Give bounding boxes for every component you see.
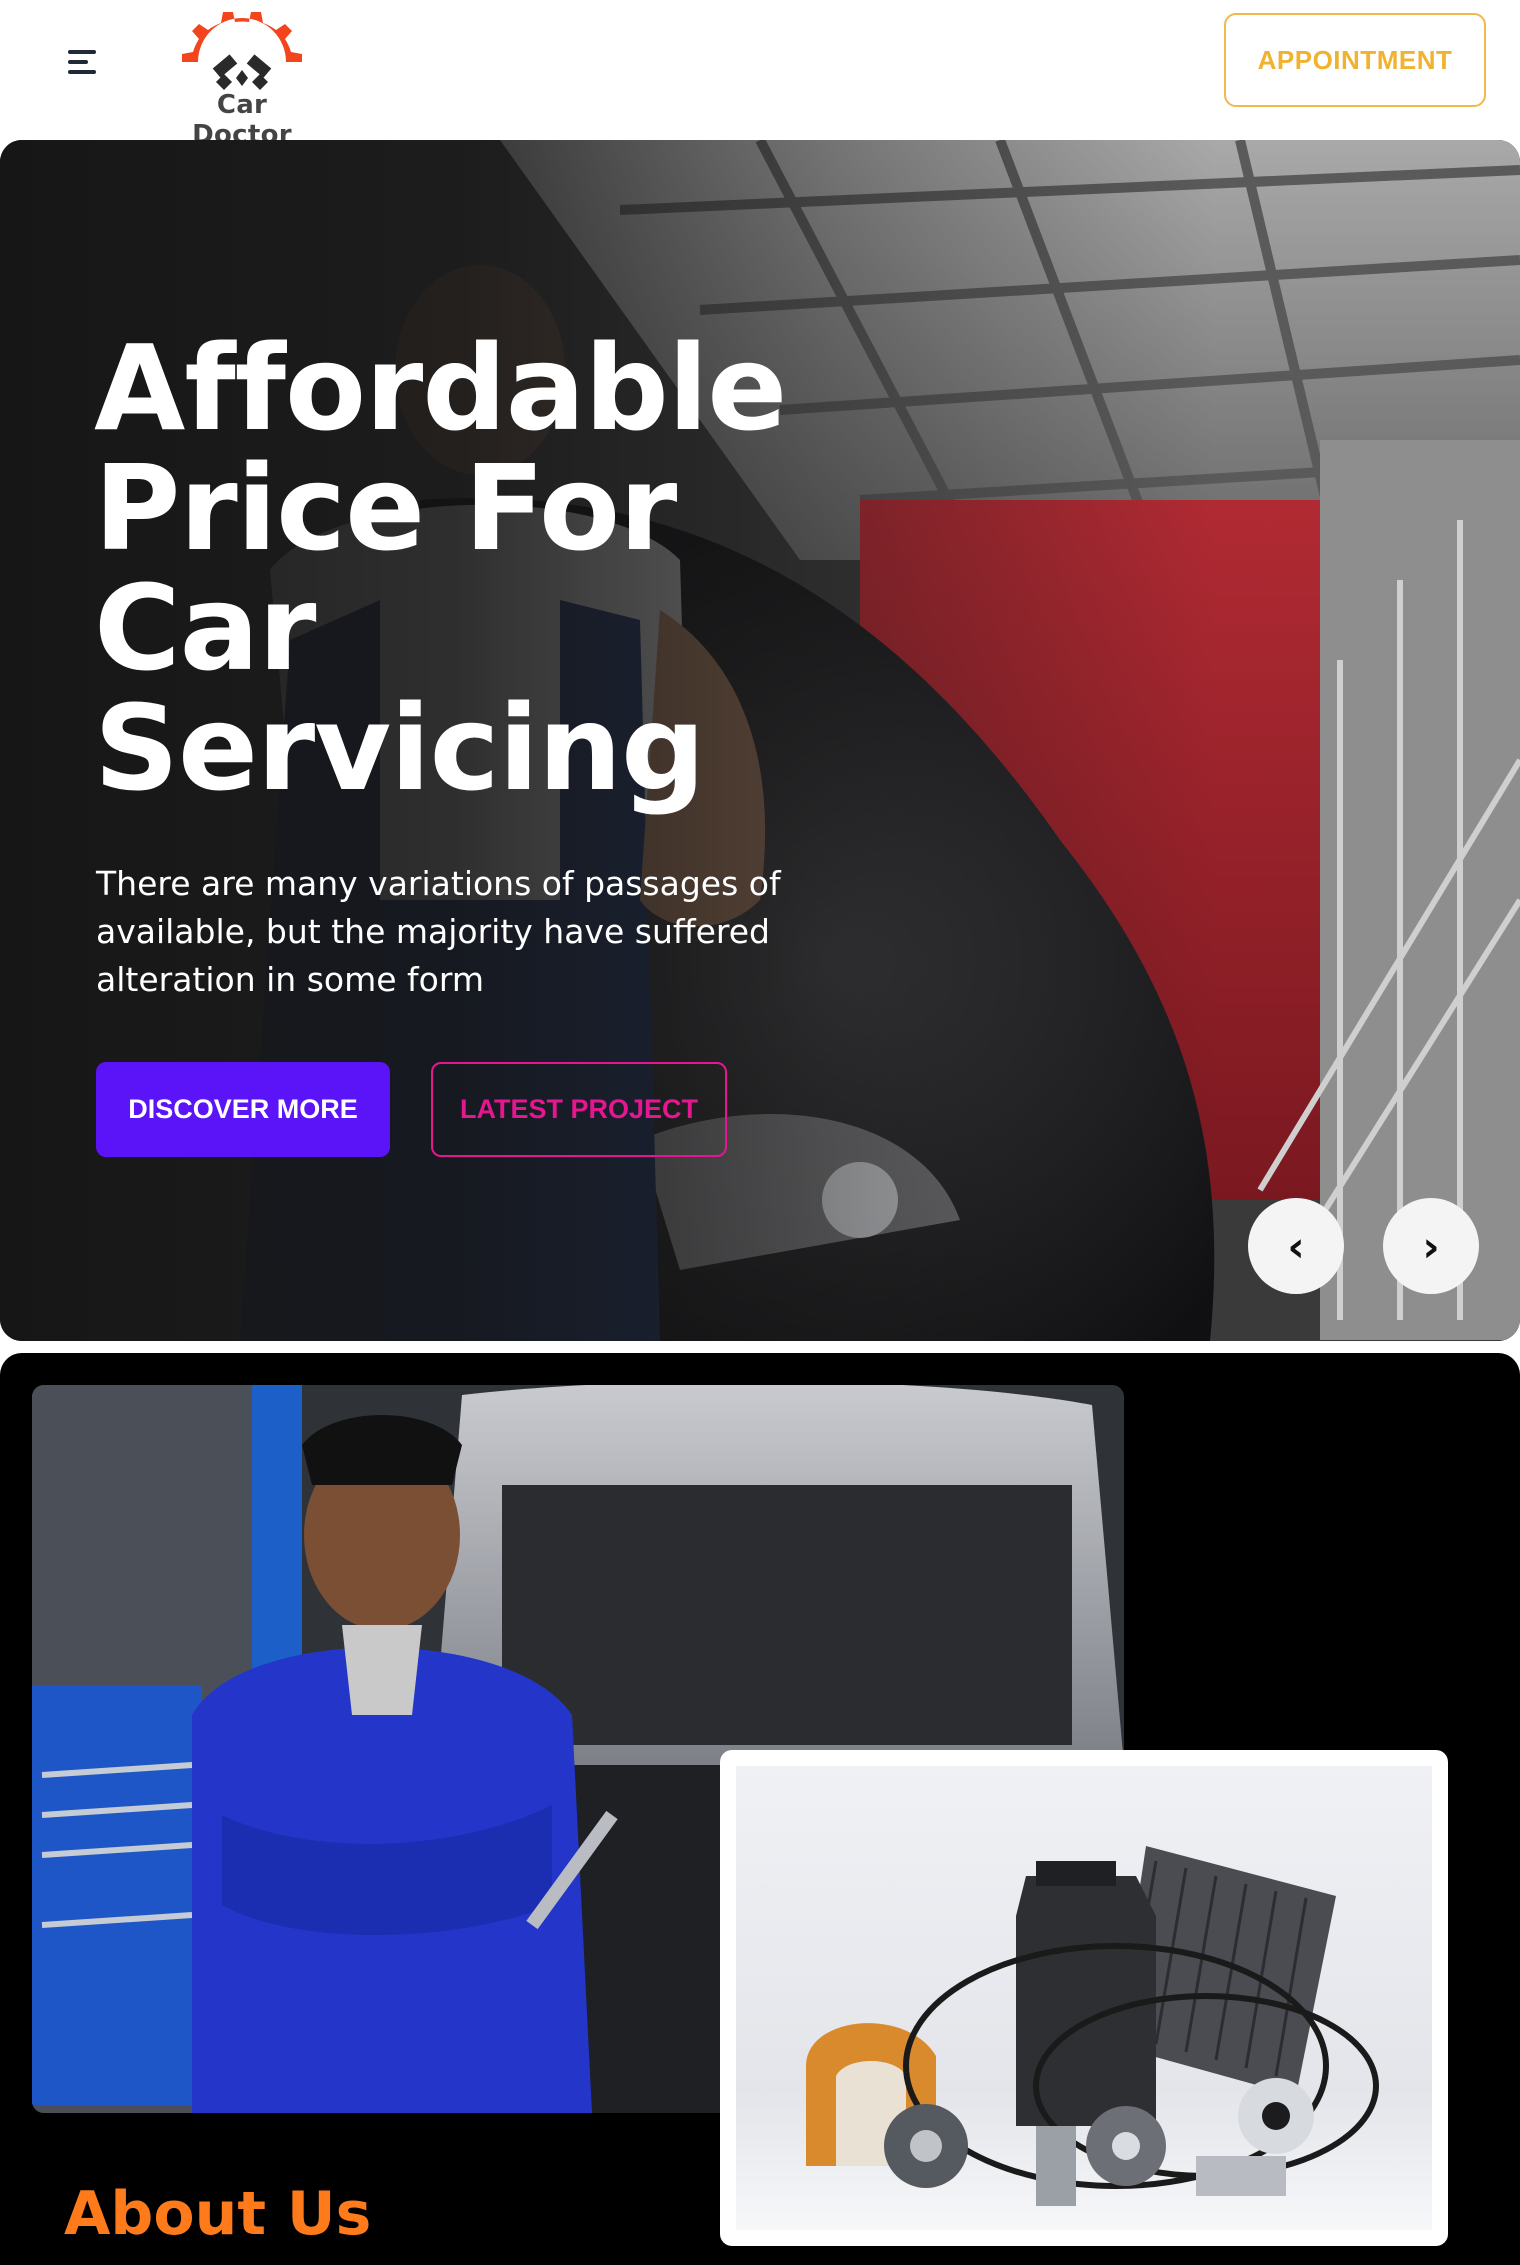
hero-title-line: Affordable xyxy=(94,319,787,457)
hero-title-line: Price For xyxy=(94,439,677,577)
chevron-left-icon: ‹ xyxy=(1287,1221,1305,1271)
hamburger-menu-icon[interactable] xyxy=(68,46,104,78)
hero-description-line: available, but the majority have suffere… xyxy=(96,912,770,951)
parts-photo-frame xyxy=(720,1750,1448,2246)
appointment-button[interactable]: APPOINTMENT xyxy=(1224,13,1486,107)
about-heading: About Us xyxy=(64,2179,372,2249)
hero-description: There are many variations of passages of… xyxy=(96,860,796,1004)
latest-project-button[interactable]: LATEST PROJECT xyxy=(431,1062,727,1157)
car-parts-image xyxy=(806,1846,1379,2206)
about-section: About Us xyxy=(0,1353,1520,2265)
hero-description-line: There are many variations of passages of xyxy=(96,864,781,903)
brand-logo[interactable]: Car Doctor xyxy=(172,12,312,150)
chevron-right-icon: › xyxy=(1422,1221,1440,1271)
hero-slider: Affordable Price For Car Servicing There… xyxy=(0,140,1520,1341)
discover-more-button[interactable]: DISCOVER MORE xyxy=(96,1062,390,1157)
hero-description-line: alteration in some form xyxy=(96,960,484,999)
hero-title-line: Servicing xyxy=(94,679,705,817)
hero-title-line: Car xyxy=(94,559,316,697)
site-header: Car Doctor APPOINTMENT xyxy=(0,0,1520,150)
car-parts-photo xyxy=(736,1766,1432,2230)
gear-pistons-logo-icon xyxy=(182,12,302,90)
slider-prev-button[interactable]: ‹ xyxy=(1248,1198,1344,1294)
slider-next-button[interactable]: › xyxy=(1383,1198,1479,1294)
hero-title: Affordable Price For Car Servicing xyxy=(94,328,814,808)
